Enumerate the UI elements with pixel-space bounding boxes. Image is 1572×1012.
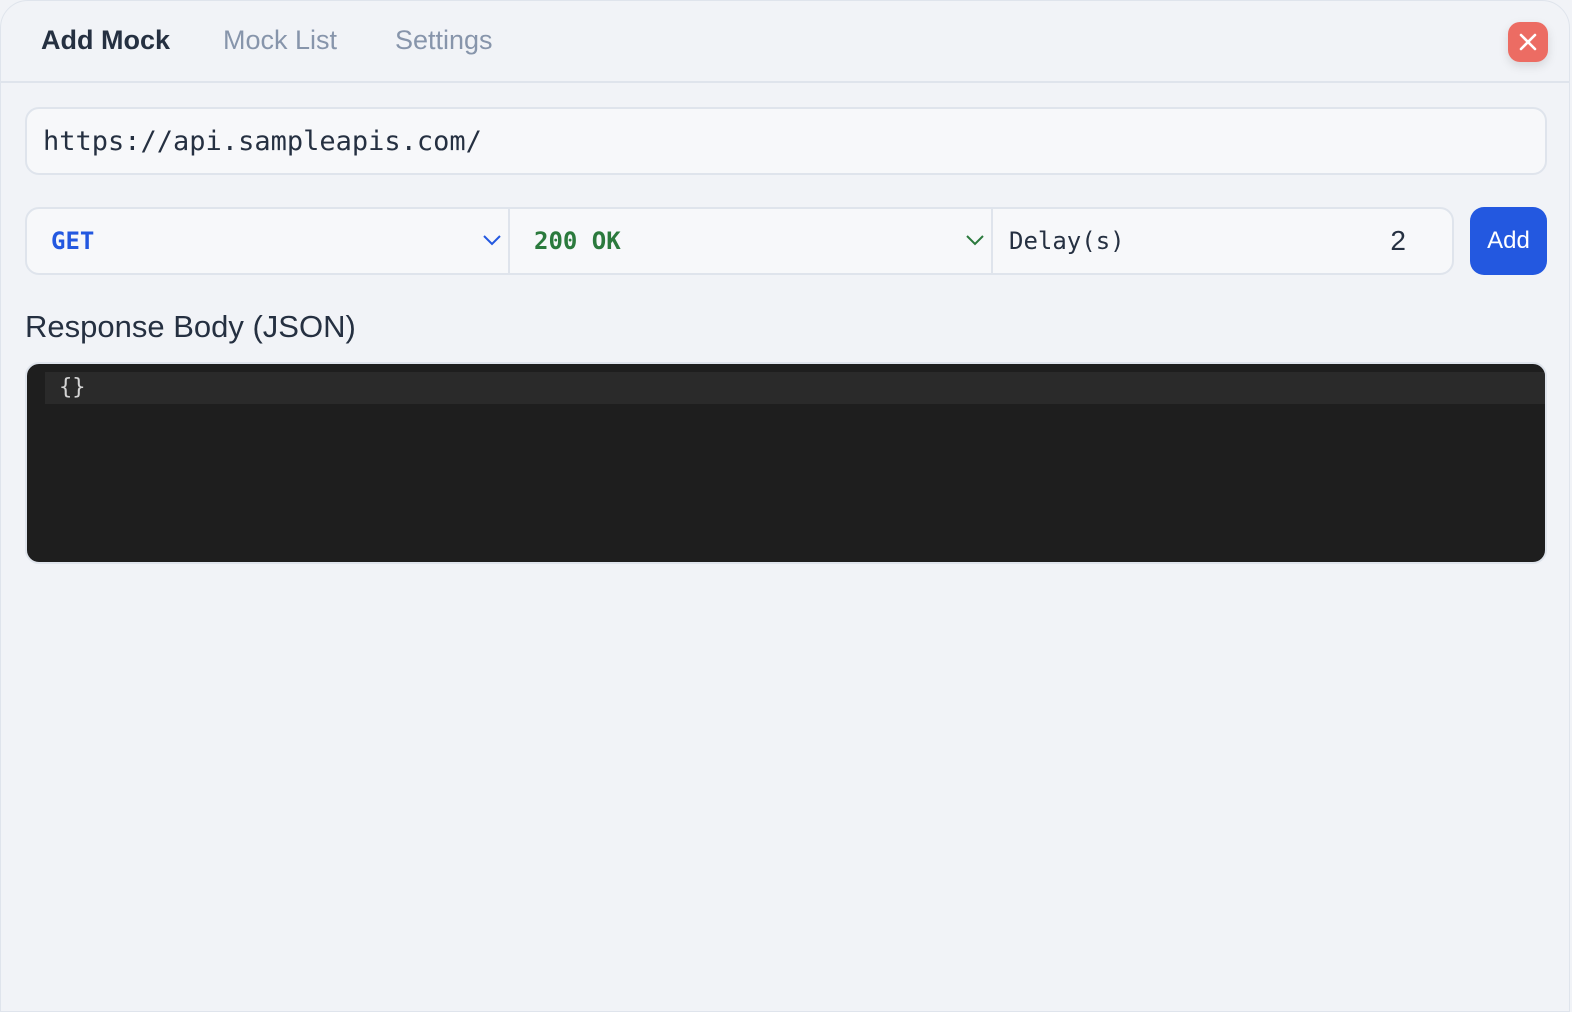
delay-input[interactable]: Delay(s) 2	[993, 209, 1452, 273]
method-value: GET	[51, 227, 95, 255]
tab-bar: Add Mock Mock List Settings	[1, 1, 1569, 83]
status-select[interactable]: 200 OK	[510, 209, 993, 273]
response-body-label: Response Body (JSON)	[25, 309, 356, 344]
method-select[interactable]: GET	[27, 209, 510, 273]
chevron-down-icon	[483, 235, 501, 246]
request-options: GET 200 OK Delay(s) 2	[25, 207, 1454, 275]
editor-line: {}	[45, 372, 1545, 404]
app-window: Add Mock Mock List Settings GET 200 OK D…	[0, 0, 1570, 1012]
status-value: 200 OK	[534, 227, 621, 255]
chevron-down-icon	[966, 235, 984, 246]
delay-value[interactable]: 2	[1390, 225, 1406, 257]
add-button[interactable]: Add	[1470, 207, 1547, 275]
tab-add-mock[interactable]: Add Mock	[41, 25, 170, 56]
close-icon	[1519, 33, 1537, 51]
delay-label: Delay(s)	[1009, 227, 1125, 255]
tab-mock-list[interactable]: Mock List	[223, 25, 337, 56]
tab-settings[interactable]: Settings	[395, 25, 493, 56]
response-body-editor[interactable]: {}	[25, 362, 1547, 564]
close-button[interactable]	[1508, 22, 1548, 62]
url-input[interactable]	[25, 107, 1547, 175]
